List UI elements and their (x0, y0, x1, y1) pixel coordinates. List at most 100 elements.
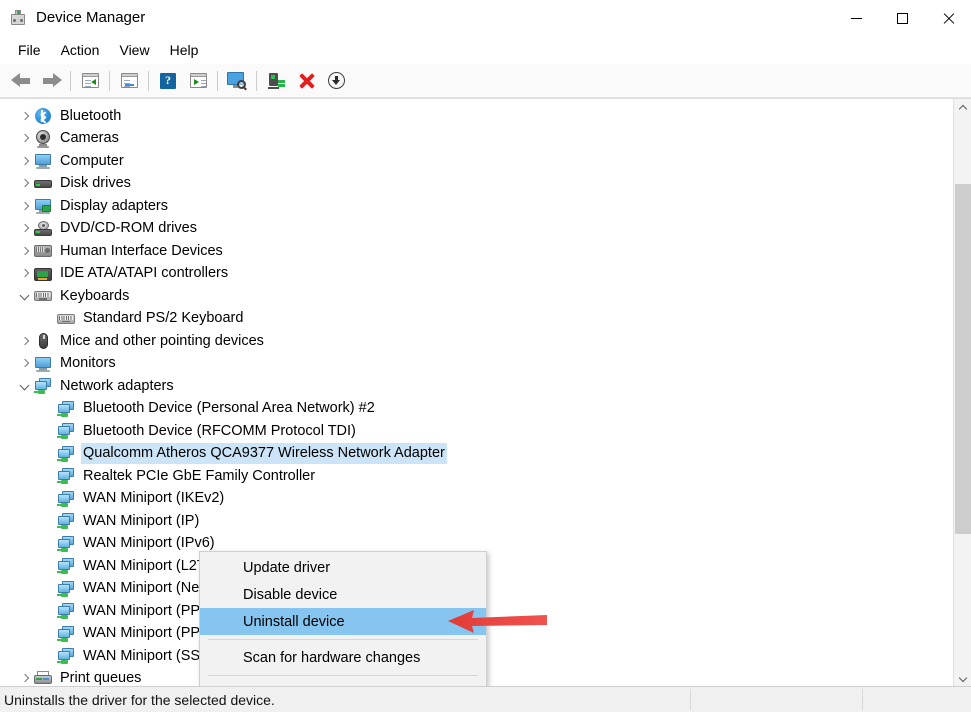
properties-button[interactable] (114, 67, 144, 95)
scrollbar-thumb[interactable] (955, 184, 971, 534)
back-button[interactable] (6, 67, 36, 95)
tree-row-label: Monitors (60, 355, 116, 372)
tree-row-label: Realtek PCIe GbE Family Controller (83, 467, 316, 484)
network-adapter-icon (34, 377, 52, 395)
context-menu-item-label: Disable device (243, 586, 338, 603)
menu-help[interactable]: Help (160, 39, 209, 61)
network-adapter-icon (57, 422, 75, 440)
update-driver-button[interactable] (261, 67, 291, 95)
tree-row-label: WAN Miniport (IPv6) (83, 535, 215, 552)
tree-row[interactable]: Computer (0, 150, 953, 173)
scroll-down-button[interactable] (954, 668, 971, 686)
network-adapter-icon (57, 400, 75, 418)
dvd-drive-icon (34, 220, 52, 238)
maximize-icon (896, 12, 908, 24)
context-menu-item[interactable]: Properties (200, 680, 486, 687)
tree-row[interactable]: Disk drives (0, 173, 953, 196)
window-controls (833, 0, 971, 36)
chevron-right-icon[interactable] (18, 195, 34, 217)
tree-row[interactable]: DVD/CD-ROM drives (0, 218, 953, 241)
tree-row-label: Bluetooth Device (RFCOMM Protocol TDI) (83, 422, 356, 439)
forward-arrow-icon (41, 73, 62, 88)
tree-row[interactable]: Keyboards (0, 285, 953, 308)
tree-row[interactable]: Bluetooth Device (RFCOMM Protocol TDI) (0, 420, 953, 443)
tree-row-label: WAN Miniport (IKEv2) (83, 490, 225, 507)
disable-device-button[interactable] (321, 67, 351, 95)
show-hide-console-tree-button[interactable] (75, 67, 105, 95)
context-menu-item[interactable]: Disable device (200, 581, 486, 608)
minimize-button[interactable] (833, 0, 879, 36)
context-menu-item-label: Properties (243, 686, 315, 687)
tree-row[interactable]: IDE ATA/ATAPI controllers (0, 263, 953, 286)
chevron-down-icon[interactable] (18, 375, 34, 397)
network-adapter-icon (57, 647, 75, 665)
chevron-up-icon (960, 105, 967, 112)
tree-row-label: Qualcomm Atheros QCA9377 Wireless Networ… (81, 443, 447, 465)
help-button[interactable]: ? (153, 67, 183, 95)
status-text: Uninstalls the driver for the selected d… (4, 691, 275, 708)
hid-icon (34, 242, 52, 260)
tree-row[interactable]: Bluetooth Device (Personal Area Network)… (0, 398, 953, 421)
chevron-right-icon[interactable] (18, 173, 34, 195)
menu-bar: File Action View Help (0, 36, 971, 64)
context-menu-item[interactable]: Update driver (200, 554, 486, 581)
chevron-down-icon[interactable] (18, 285, 34, 307)
toolbar-separator (148, 70, 149, 91)
chevron-right-icon[interactable] (18, 105, 34, 127)
chevron-right-icon[interactable] (18, 128, 34, 150)
monitor-icon (34, 355, 52, 373)
bluetooth-icon (34, 107, 52, 125)
tree-row[interactable]: Display adapters (0, 195, 953, 218)
tree-row[interactable]: WAN Miniport (IP) (0, 510, 953, 533)
chevron-right-icon[interactable] (18, 150, 34, 172)
chevron-right-icon[interactable] (18, 330, 34, 352)
toolbar-separator (217, 70, 218, 91)
action-menu-icon (189, 73, 207, 88)
scroll-up-button[interactable] (954, 99, 971, 117)
chevron-right-icon[interactable] (18, 218, 34, 240)
tree-row[interactable]: Human Interface Devices (0, 240, 953, 263)
tree-row-label: Cameras (60, 130, 119, 147)
tree-row-label: Print queues (60, 670, 142, 686)
close-button[interactable] (925, 0, 971, 36)
status-divider (862, 689, 863, 710)
tree-row[interactable]: WAN Miniport (IKEv2) (0, 488, 953, 511)
maximize-button[interactable] (879, 0, 925, 36)
context-menu-separator (208, 639, 478, 640)
tree-row[interactable]: Realtek PCIe GbE Family Controller (0, 465, 953, 488)
chevron-right-icon[interactable] (18, 353, 34, 375)
menu-file[interactable]: File (8, 39, 51, 61)
chevron-right-icon[interactable] (18, 263, 34, 285)
tree-row[interactable]: Bluetooth (0, 105, 953, 128)
tree-row-label: Bluetooth (60, 107, 122, 124)
tree-row[interactable]: Monitors (0, 353, 953, 376)
forward-button[interactable] (36, 67, 66, 95)
vertical-scrollbar[interactable] (953, 99, 971, 686)
network-adapter-icon (57, 535, 75, 553)
tree-row[interactable]: Qualcomm Atheros QCA9377 Wireless Networ… (0, 443, 953, 466)
tree-row[interactable]: Network adapters (0, 375, 953, 398)
menu-action[interactable]: Action (51, 39, 110, 61)
tree-row[interactable]: Standard PS/2 Keyboard (0, 308, 953, 331)
toolbar-separator (70, 70, 71, 91)
chevron-right-icon[interactable] (18, 668, 34, 686)
chevron-down-icon (960, 674, 967, 681)
chevron-right-icon[interactable] (18, 240, 34, 262)
tree-row[interactable]: Mice and other pointing devices (0, 330, 953, 353)
scan-hardware-changes-button[interactable] (222, 67, 252, 95)
context-menu[interactable]: Update driver Disable device Uninstall dev… (199, 551, 487, 686)
menu-view[interactable]: View (109, 39, 159, 61)
context-menu-item[interactable]: Uninstall device (200, 608, 486, 635)
uninstall-device-icon (299, 73, 314, 88)
context-menu-item[interactable]: Scan for hardware changes (200, 644, 486, 671)
action-menu-button[interactable] (183, 67, 213, 95)
tree-row[interactable]: Cameras (0, 128, 953, 151)
show-hide-console-tree-icon (81, 73, 99, 88)
uninstall-device-button[interactable] (291, 67, 321, 95)
